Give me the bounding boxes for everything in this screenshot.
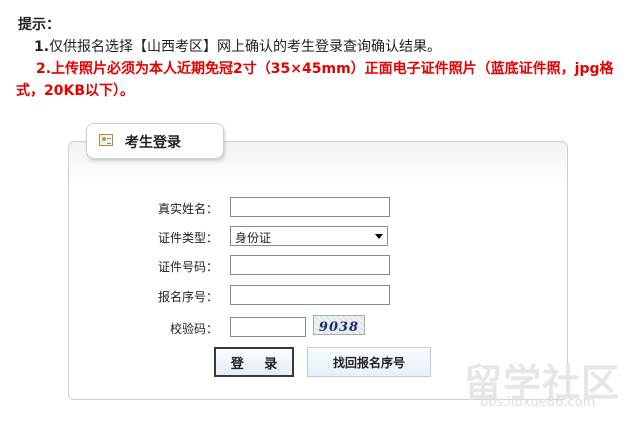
id-card-icon [99, 134, 113, 146]
notice-line-1-number: 1. [34, 39, 50, 55]
watermark-url: bbs.liuxue86.com [480, 395, 596, 410]
login-panel-title: 考生登录 [125, 135, 181, 151]
id-number-label: 证件号码： [157, 260, 218, 274]
retrieve-registration-number-button[interactable]: 找回报名序号 [307, 347, 431, 377]
registration-number-input[interactable] [230, 285, 390, 305]
captcha-image-text: 9038 [318, 320, 360, 335]
captcha-image[interactable]: 9038 [313, 315, 365, 335]
id-number-input[interactable] [230, 255, 390, 275]
registration-number-label: 报名序号： [157, 290, 218, 304]
notice-line-1: 1.仅供报名选择【山西考区】网上确认的考生登录查询确认结果。 [34, 36, 441, 56]
captcha-label: 校验码： [169, 322, 218, 336]
notice-line-1-text: 仅供报名选择【山西考区】网上确认的考生登录查询确认结果。 [49, 39, 442, 55]
login-panel-header: 考生登录 [86, 123, 224, 159]
name-label: 真实姓名： [157, 202, 218, 216]
id-type-selected-value: 身份证 [235, 231, 272, 245]
chevron-down-icon [375, 234, 383, 239]
notice-title: 提示： [18, 17, 60, 33]
id-type-select[interactable]: 身份证 [230, 226, 388, 246]
notice-line-2: 2.上传照片必须为本人近期免冠2寸（35×45mm）正面电子证件照片（蓝底证件照… [16, 61, 614, 99]
id-type-label: 证件类型： [157, 231, 218, 245]
captcha-input[interactable] [230, 317, 306, 337]
name-input[interactable] [230, 197, 390, 217]
login-button[interactable]: 登 录 [214, 347, 294, 377]
